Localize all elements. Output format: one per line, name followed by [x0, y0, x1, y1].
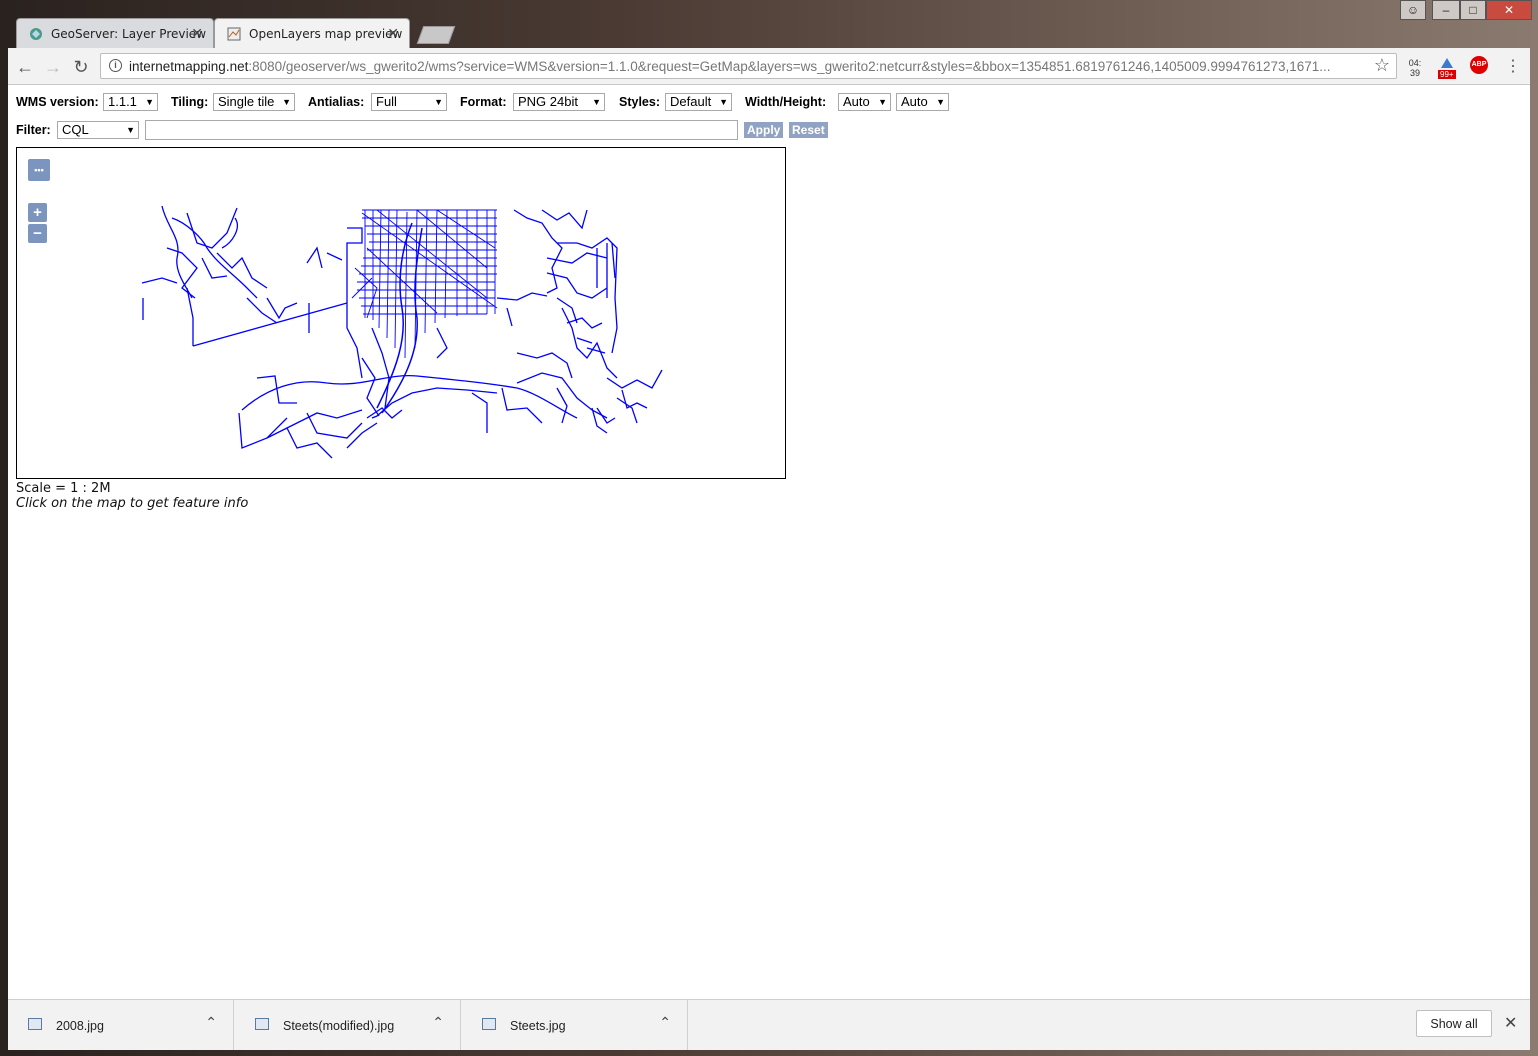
filter-type-select[interactable]: CQL ▼ — [57, 121, 139, 139]
back-icon[interactable]: ← — [14, 56, 36, 78]
format-label: Format: — [460, 95, 507, 109]
chevron-up-icon[interactable]: ⌃ — [205, 1014, 217, 1031]
download-filename: 2008.jpg — [56, 1019, 104, 1033]
download-item[interactable]: 2008.jpg ⌃ — [8, 1000, 234, 1050]
chevron-down-icon: ▼ — [434, 97, 443, 107]
geoserver-icon — [30, 28, 42, 40]
tab-label: OpenLayers map preview — [249, 27, 403, 41]
format-select[interactable]: PNG 24bit ▼ — [513, 93, 605, 111]
chevron-down-icon: ▼ — [282, 97, 291, 107]
page-content: WMS version: 1.1.1 ▼ Tiling: Single tile ▼… — [8, 85, 1530, 999]
map-scale-text: Scale = 1 : 2M — [16, 481, 111, 496]
bookmark-star-icon[interactable]: ☆ — [1374, 55, 1390, 76]
styles-label: Styles: — [619, 95, 660, 109]
tab-close-icon[interactable]: ✕ — [387, 25, 399, 42]
adblock-icon[interactable]: ABP — [1470, 56, 1492, 78]
chevron-down-icon: ▼ — [719, 97, 728, 107]
antialias-select[interactable]: Full ▼ — [371, 93, 447, 111]
chevron-down-icon: ▼ — [878, 97, 887, 107]
forward-icon[interactable]: → — [42, 56, 64, 78]
tiling-select[interactable]: Single tile ▼ — [213, 93, 295, 111]
address-bar[interactable]: i internetmapping.net:8080/geoserver/ws_… — [100, 53, 1397, 79]
browser-toolbar: ← → ↻ i internetmapping.net:8080/geoserv… — [8, 48, 1530, 85]
chevron-down-icon: ▼ — [126, 125, 135, 135]
map-pin-icon — [1441, 58, 1453, 68]
width-height-label: Width/Height: — [745, 95, 827, 109]
wms-version-select[interactable]: 1.1.1 ▼ — [103, 93, 158, 111]
chevron-down-icon: ▼ — [592, 97, 601, 107]
filter-input[interactable] — [145, 120, 738, 140]
openlayers-icon — [227, 27, 241, 41]
download-filename: Steets(modified).jpg — [283, 1019, 395, 1033]
new-tab-button[interactable] — [416, 26, 456, 44]
styles-select[interactable]: Default ▼ — [665, 93, 732, 111]
antialias-label: Antialias: — [308, 95, 365, 109]
road-network-layer — [141, 205, 663, 459]
menu-dots-icon[interactable]: ⋮ — [1502, 56, 1524, 78]
image-file-icon — [482, 1018, 496, 1030]
tab-label: GeoServer: Layer Preview — [51, 27, 207, 41]
reset-button[interactable]: Reset — [789, 122, 828, 138]
chevron-up-icon[interactable]: ⌃ — [659, 1014, 671, 1031]
browser-window: ☺ – □ ✕ GeoServer: Layer Preview ✕ OpenL… — [0, 0, 1538, 1056]
reload-icon[interactable]: ↻ — [70, 56, 92, 78]
download-shelf: 2008.jpg ⌃ Steets(modified).jpg ⌃ Steets… — [8, 999, 1530, 1050]
info-icon[interactable]: i — [109, 59, 122, 72]
close-icon[interactable]: ✕ — [1504, 1013, 1517, 1033]
extension-badge-icon[interactable]: 99+ — [1436, 56, 1458, 79]
chevron-up-icon[interactable]: ⌃ — [432, 1014, 444, 1031]
show-all-downloads-button[interactable]: Show all — [1416, 1010, 1492, 1037]
image-file-icon — [255, 1018, 269, 1030]
tab-layer-preview[interactable]: GeoServer: Layer Preview ✕ — [16, 18, 214, 48]
clock-extension-icon[interactable]: 04: 39 — [1404, 58, 1426, 80]
tab-close-icon[interactable]: ✕ — [191, 25, 203, 42]
width-select[interactable]: Auto ▼ — [838, 93, 891, 111]
feature-info-hint: Click on the map to get feature info — [16, 496, 249, 511]
wms-version-label: WMS version: — [16, 95, 99, 109]
tab-openlayers-preview[interactable]: OpenLayers map preview ✕ — [214, 18, 410, 49]
height-select[interactable]: Auto ▼ — [896, 93, 949, 111]
chevron-down-icon: ▼ — [145, 97, 154, 107]
chevron-down-icon: ▼ — [936, 97, 945, 107]
tab-strip: GeoServer: Layer Preview ✕ OpenLayers ma… — [8, 0, 1530, 49]
map-viewport[interactable]: ••• + − — [16, 147, 786, 479]
image-file-icon — [28, 1018, 42, 1030]
apply-button[interactable]: Apply — [744, 122, 784, 138]
tiling-label: Tiling: — [171, 95, 209, 109]
download-filename: Steets.jpg — [510, 1019, 566, 1033]
filter-label: Filter: — [16, 123, 51, 137]
download-item[interactable]: Steets(modified).jpg ⌃ — [235, 1000, 461, 1050]
url-text[interactable]: internetmapping.net:8080/geoserver/ws_gw… — [129, 59, 1331, 74]
download-item[interactable]: Steets.jpg ⌃ — [462, 1000, 688, 1050]
